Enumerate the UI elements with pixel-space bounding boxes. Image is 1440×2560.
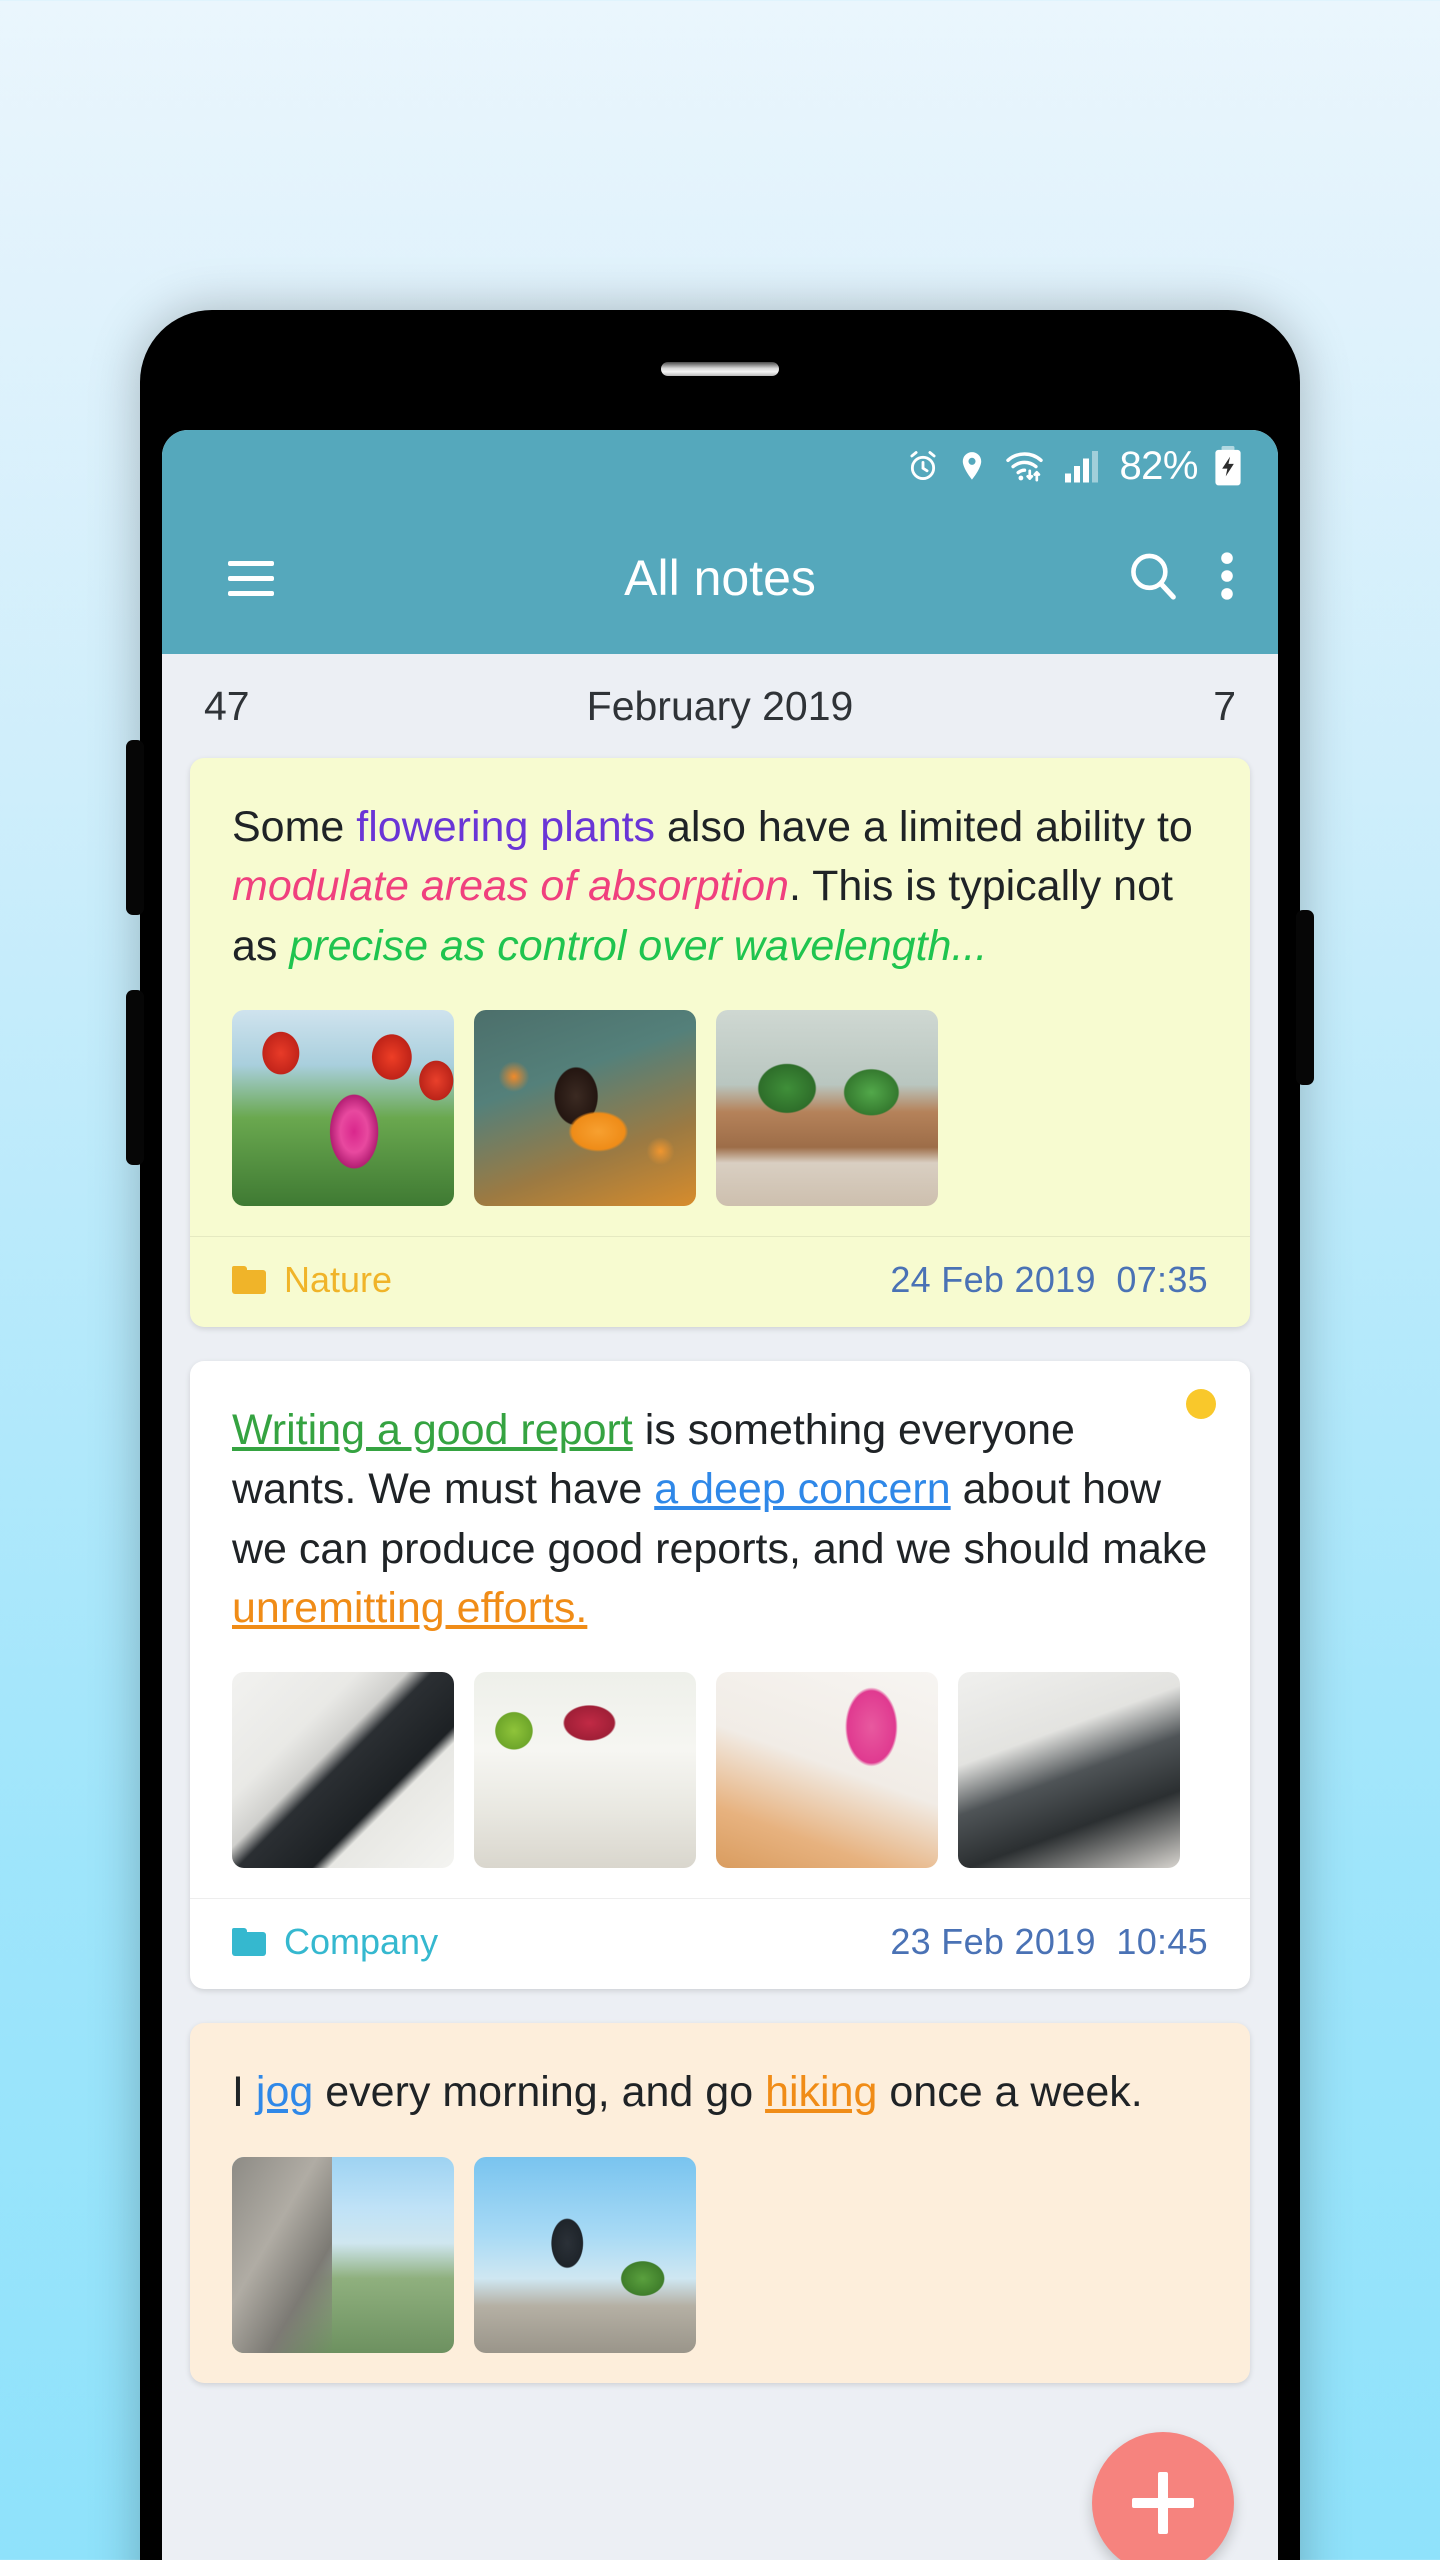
wifi-icon [1003,448,1049,484]
note-folder[interactable]: Nature [232,1259,392,1301]
note-link[interactable]: Writing a good report [232,1406,633,1454]
month-bar: 47 February 2019 7 [162,654,1278,758]
note-color-badge [1186,1388,1216,1419]
app-bar-actions [1124,547,1238,610]
note-body: Writing a good report is something every… [190,1361,1250,1638]
battery-percentage: 82% [1119,443,1198,488]
note-card[interactable]: Some flowering plants also have a limite… [190,758,1250,1327]
search-icon[interactable] [1124,547,1182,610]
note-time: 10:45 [1116,1921,1208,1963]
note-thumbnails [190,1638,1250,1898]
page-title: All notes [624,550,816,606]
mug-with-raspberries-photo[interactable] [474,1672,696,1869]
desk-notebook-photo[interactable] [232,1672,454,1869]
folder-icon [232,1265,266,1294]
note-link[interactable]: hiking [765,2068,877,2116]
note-date: 24 Feb 2019 [890,1258,1096,1300]
note-link[interactable]: a deep concern [654,1465,950,1513]
note-text-span: once a week. [877,2068,1143,2117]
note-text-span: I [232,2068,256,2117]
office-desk-photo[interactable] [958,1672,1180,1869]
tulips-photo[interactable] [232,1009,454,1206]
phone-screen: 82% All notes 47 February 2019 7 Some fl… [162,430,1278,2560]
note-body: Some flowering plants also have a limite… [190,758,1250,976]
hiker-on-rock-photo[interactable] [474,2156,696,2353]
note-text: Some flowering plants also have a limite… [232,798,1208,976]
note-link[interactable]: unremitting efforts. [232,1584,587,1632]
note-thumbnails [190,2123,1250,2383]
location-icon [955,449,989,483]
note-body: I jog every morning, and go hiking once … [190,2023,1250,2122]
note-date: 23 Feb 2019 [890,1921,1096,1963]
note-text-span: every morning, and go [313,2068,766,2117]
mountain-cliff-photo[interactable] [232,2156,454,2353]
note-text: I jog every morning, and go hiking once … [232,2063,1208,2122]
volume-down-button[interactable] [126,990,144,1165]
earpiece-speaker [661,362,779,376]
plus-icon-vertical [1158,2472,1168,2534]
note-card[interactable]: Writing a good report is something every… [190,1360,1250,1990]
note-folder[interactable]: Company [232,1921,438,1963]
note-time: 07:35 [1116,1258,1208,1300]
power-button[interactable] [1296,910,1314,1085]
add-note-fab[interactable] [1092,2432,1234,2560]
notes-list: Some flowering plants also have a limite… [162,758,1278,2383]
battery-charging-icon [1212,445,1244,487]
pink-highlighter-checklist-photo[interactable] [716,1672,938,1869]
succulents-in-pots-photo[interactable] [716,1009,938,1206]
note-thumbnails [190,976,1250,1236]
note-folder-label: Nature [284,1258,393,1300]
note-text: Writing a good report is something every… [232,1401,1208,1638]
month-label: February 2019 [586,682,854,729]
hamburger-menu-icon[interactable] [196,560,306,596]
note-footer: Company 23 Feb 2019 10:45 [190,1898,1250,1989]
more-vertical-icon[interactable] [1216,547,1238,610]
note-text-span: also have a limited ability to [655,803,1193,851]
signal-icon [1063,448,1103,484]
note-datetime: 23 Feb 2019 10:45 [890,1921,1208,1963]
note-text-span: flowering plants [356,803,656,851]
butterfly-on-flower-photo[interactable] [474,1009,696,1206]
note-datetime: 24 Feb 2019 07:35 [890,1259,1208,1301]
note-footer: Nature 24 Feb 2019 07:35 [190,1235,1250,1327]
note-text-span: Some [232,803,357,851]
status-bar: 82% [162,430,1278,502]
folder-icon [232,1928,266,1957]
note-card[interactable]: I jog every morning, and go hiking once … [190,2023,1250,2383]
app-bar: All notes [162,502,1278,654]
phone-device: 82% All notes 47 February 2019 7 Some fl… [126,310,1314,2560]
volume-up-button[interactable] [126,740,144,915]
note-text-span: precise as control over wavelength... [289,921,988,970]
alarm-icon [905,448,941,484]
note-folder-label: Company [284,1921,439,1963]
note-text-span: modulate areas of absorption [232,862,789,911]
note-link[interactable]: jog [256,2068,313,2116]
